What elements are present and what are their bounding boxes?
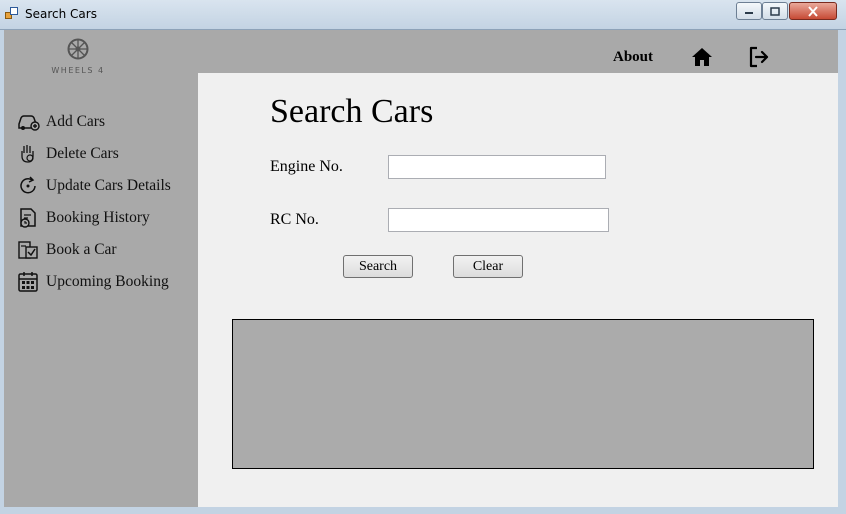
sidebar-item-booking-history[interactable]: Booking History <box>16 205 150 231</box>
sidebar-item-label: Delete Cars <box>46 145 119 162</box>
page-title: Search Cars <box>270 93 434 130</box>
window-titlebar: Search Cars <box>0 0 846 30</box>
about-link[interactable]: About <box>613 49 653 66</box>
results-grid[interactable] <box>232 319 814 469</box>
sidebar-item-label: Upcoming Booking <box>46 273 169 290</box>
home-button[interactable] <box>691 47 713 67</box>
app-header: WHEELS 4 U About <box>4 30 838 84</box>
minimize-button[interactable] <box>736 2 762 20</box>
sidebar-item-delete-cars[interactable]: Delete Cars <box>16 141 119 167</box>
car-add-icon <box>16 111 40 133</box>
engine-number-input[interactable] <box>388 155 606 179</box>
engine-number-label: Engine No. <box>270 158 343 175</box>
document-history-icon <box>16 207 40 229</box>
main-content: Search Cars Engine No. RC No. Search Cle… <box>198 73 838 507</box>
sidebar-item-label: Booking History <box>46 209 150 226</box>
sidebar-item-upcoming-booking[interactable]: Upcoming Booking <box>16 269 169 295</box>
logout-icon <box>749 46 769 68</box>
sidebar-item-book-a-car[interactable]: Book a Car <box>16 237 117 263</box>
close-icon <box>808 5 818 17</box>
window-title: Search Cars <box>25 7 97 21</box>
maximize-button[interactable] <box>762 2 788 20</box>
cash-check-icon <box>16 239 40 261</box>
sidebar-item-label: Book a Car <box>46 241 117 258</box>
delete-hand-icon <box>16 143 40 165</box>
window-border <box>838 30 846 514</box>
rc-number-label: RC No. <box>270 211 319 228</box>
sidebar-item-label: Update Cars Details <box>46 177 171 194</box>
rc-number-input[interactable] <box>388 208 609 232</box>
sidebar-item-label: Add Cars <box>46 113 105 130</box>
calendar-icon <box>16 271 40 293</box>
wheel-icon <box>67 38 89 60</box>
sidebar-item-add-cars[interactable]: Add Cars <box>16 109 105 135</box>
sidebar-item-update-cars-details[interactable]: Update Cars Details <box>16 173 171 199</box>
app-icon <box>5 7 19 21</box>
minimize-icon <box>745 12 753 14</box>
sidebar-nav: Add Cars Delete Cars Update Cars Details <box>4 73 198 507</box>
window-border <box>0 507 846 514</box>
maximize-icon <box>770 6 780 16</box>
close-button[interactable] <box>789 2 837 20</box>
logout-button[interactable] <box>748 46 770 68</box>
clear-button[interactable]: Clear <box>453 255 523 278</box>
search-button[interactable]: Search <box>343 255 413 278</box>
home-icon <box>692 48 712 66</box>
refresh-icon <box>16 175 40 197</box>
